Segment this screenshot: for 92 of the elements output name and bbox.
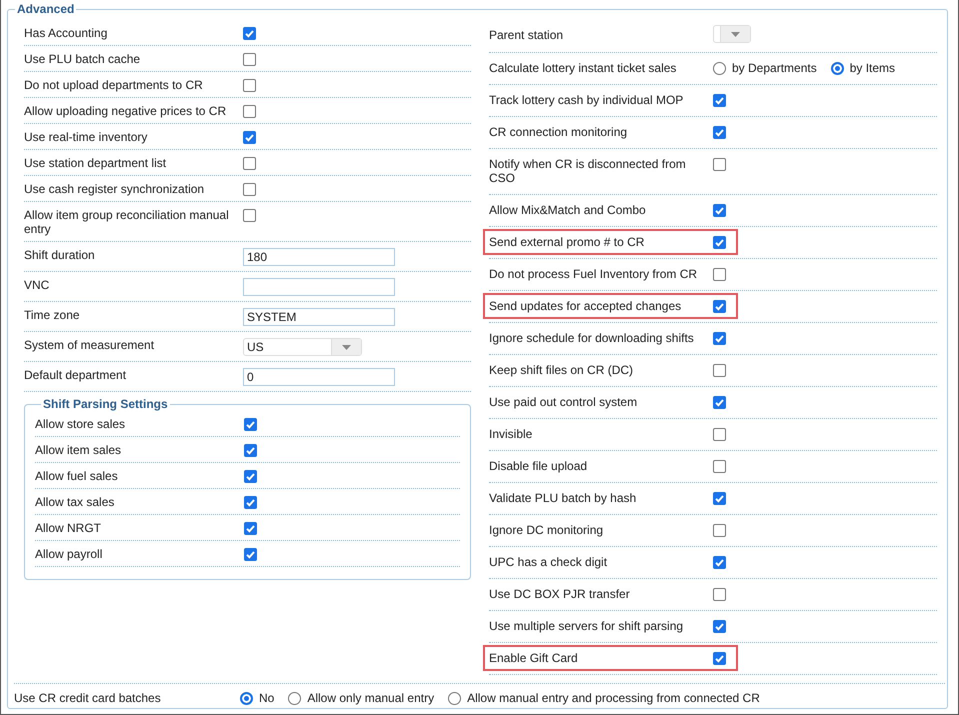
setting-label: Allow payroll [35,547,104,561]
setting-label: VNC [24,278,50,292]
checkbox[interactable] [713,204,726,217]
setting-label: Allow store sales [35,417,126,431]
setting-label: Use cash register synchronization [24,182,206,196]
setting-label: Allow fuel sales [35,469,119,483]
radio-label[interactable]: by Items [850,61,896,75]
checkbox[interactable] [713,364,726,377]
setting-label: Keep shift files on CR (DC) [489,363,634,377]
checkbox[interactable] [244,470,257,483]
setting-label: Calculate lottery instant ticket sales [489,61,678,75]
dropdown[interactable]: US [243,338,362,356]
radio-button[interactable] [448,692,462,704]
setting-label: Validate PLU batch by hash [489,491,638,505]
checkbox[interactable] [713,300,726,313]
checkbox[interactable] [713,396,726,409]
setting-label: Use real-time inventory [24,130,148,144]
checkbox[interactable] [243,105,256,118]
subsection-title: Shift Parsing Settings [42,398,169,411]
setting-label: System of measurement [24,338,156,352]
setting-label: Ignore DC monitoring [489,523,604,537]
setting-label: Use paid out control system [489,395,638,409]
checkbox[interactable] [243,131,256,144]
setting-label: Allow tax sales [35,495,116,509]
checkbox[interactable] [243,209,256,222]
radio-label[interactable]: Allow manual entry and processing from connected CR [467,691,760,705]
checkbox[interactable] [244,444,257,457]
setting-label: Do not process Fuel Inventory from CR [489,267,698,281]
setting-label: Has Accounting [24,26,108,40]
setting-label: Allow item sales [35,443,122,457]
text-field[interactable]: 180 [243,248,395,266]
radio-label[interactable]: No [259,691,274,705]
checkbox[interactable] [244,418,257,431]
checkbox[interactable] [243,79,256,92]
setting-label: Default department [24,368,128,382]
dropdown[interactable] [713,25,751,43]
radio-button[interactable] [288,692,302,704]
setting-label: Use station department list [24,156,168,170]
radio-button[interactable] [830,62,844,74]
text-field[interactable] [243,278,395,296]
setting-label: Enable Gift Card [489,651,579,665]
radio-label[interactable]: Allow only manual entry [307,691,434,705]
checkbox[interactable] [244,548,257,561]
checkbox[interactable] [244,522,257,535]
setting-label: Ignore schedule for downloading shifts [489,331,695,345]
setting-label: Use PLU batch cache [24,52,142,66]
setting-label: Notify when CR is disconnected from CSO [489,157,687,185]
setting-label: Use multiple servers for shift parsing [489,619,684,633]
checkbox[interactable] [243,27,256,40]
setting-label: Allow Mix&Match and Combo [489,203,647,217]
checkbox[interactable] [713,620,726,633]
dropdown-caret-icon [731,32,740,36]
checkbox[interactable] [713,460,726,473]
setting-label: CR connection monitoring [489,125,628,139]
checkbox[interactable] [243,183,256,196]
checkbox[interactable] [713,492,726,505]
checkbox[interactable] [244,496,257,509]
setting-label: Invisible [489,427,534,441]
dropdown-caret-icon [342,344,351,350]
checkbox[interactable] [713,236,726,249]
setting-label: Shift duration [24,248,96,262]
text-field[interactable]: SYSTEM [243,308,395,326]
checkbox[interactable] [243,53,256,66]
setting-label: Parent station [489,28,564,42]
setting-label: Time zone [24,308,81,322]
checkbox[interactable] [713,158,726,171]
checkbox[interactable] [713,428,726,441]
checkbox[interactable] [713,588,726,601]
setting-label: Track lottery cash by individual MOP [489,93,684,107]
radio-button[interactable] [240,692,253,704]
setting-label: Send updates for accepted changes [489,299,682,313]
setting-label: Allow uploading negative prices to CR [24,104,228,118]
checkbox[interactable] [713,524,726,537]
setting-label: Use DC BOX PJR transfer [489,587,631,601]
checkbox[interactable] [713,268,726,281]
radio-button[interactable] [713,62,726,74]
checkbox[interactable] [713,332,726,345]
radio-label[interactable]: by Departments [732,61,817,75]
checkbox[interactable] [243,157,256,170]
setting-label: Send external promo # to CR [489,235,646,249]
checkbox[interactable] [713,556,726,569]
setting-label: Allow NRGT [35,521,102,535]
setting-label: Allow item group reconciliation manual entry [24,208,230,236]
setting-label: UPC has a check digit [489,555,608,569]
setting-label: Do not upload departments to CR [24,78,204,92]
setting-label: Use CR credit card batches [14,691,162,705]
section-title: Advanced [16,3,76,16]
checkbox[interactable] [713,94,726,107]
text-field[interactable]: 0 [243,368,395,386]
checkbox[interactable] [713,126,726,139]
checkbox[interactable] [713,652,726,665]
setting-label: Disable file upload [489,459,588,473]
